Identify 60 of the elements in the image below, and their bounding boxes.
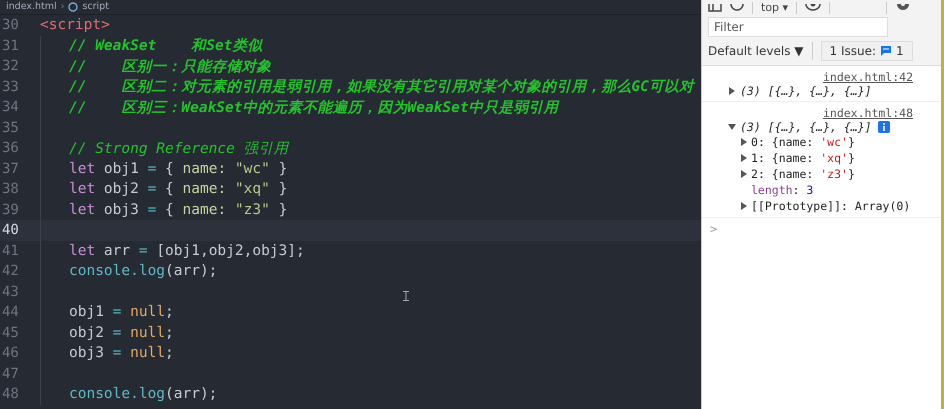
code-line: let obj3 = { name: "z3" } [68,202,288,218]
line-number: 41 [1,242,20,259]
line-number: 31 [1,38,20,54]
expand-arrow-icon[interactable] [728,123,736,131]
line-number: 34 [1,99,20,116]
context-selector[interactable]: top ▾ [761,1,788,15]
line-number: 30 [1,17,20,34]
log-levels-dropdown[interactable]: Default levels ▼ [708,44,804,58]
code-line: let obj1 = { name: "wc" } [68,160,288,177]
line-number: 48 [1,386,20,402]
filter-field[interactable]: Filter [708,17,888,37]
breadcrumb-item[interactable]: index.html [6,1,57,13]
issues-button[interactable]: 1 Issue: 1 [820,41,913,61]
text-cursor-icon [403,291,409,301]
line-number: 44 [1,304,20,320]
property-entry[interactable]: 2: {name: 'z3'} [751,166,855,182]
breadcrumb-item[interactable]: script [82,1,109,13]
property-entry[interactable]: 0: {name: 'wc'} [751,134,855,150]
line-number: 39 [1,202,20,218]
code-line: // 区别二：对元素的引用是弱引用，如果没有其它引用对某个对象的引用，那么GC可以对 [68,78,694,96]
array-summary[interactable]: (3) [{…}, {…}, {…}] [740,84,872,98]
code-line: let obj2 = { name: "xq" } [68,181,288,198]
expand-arrow-icon[interactable] [740,202,748,210]
line-number: 42 [1,263,20,280]
expand-arrow-icon[interactable] [740,170,748,178]
code-line: console.log(arr); [68,386,218,402]
array-summary[interactable]: (3) [{…}, {…}, {…}] [740,120,872,134]
line-number: 37 [1,160,20,177]
source-link[interactable]: index.html:42 [822,70,913,84]
code-line: // WeakSet 和Set类似 [68,36,262,56]
code-line: obj2 = null; [68,324,174,341]
code-line: <script> [40,17,110,34]
line-number: 36 [1,140,20,156]
expand-arrow-icon[interactable] [740,138,748,146]
code-line: // 区别三：WeakSet中的元素不能遍历，因为WeakSet中只是弱引用 [68,98,559,117]
line-number: 33 [1,78,20,95]
message-icon [880,45,892,57]
line-number: 46 [1,345,20,362]
source-link[interactable]: index.html:48 [822,106,913,120]
property-entry[interactable]: length: 3 [751,182,814,198]
code-line: let arr = [obj1,obj2,obj3]; [68,242,305,259]
line-number: 47 [1,366,20,382]
expand-arrow-icon[interactable] [740,154,748,162]
line-number: 32 [1,58,20,74]
code-line: obj1 = null; [68,304,174,320]
line-number: 45 [1,324,20,341]
info-icon[interactable] [878,121,890,133]
code-editor[interactable] [0,0,701,409]
property-entry[interactable]: 1: {name: 'xq'} [751,150,855,166]
code-line: console.log(arr); [68,263,218,280]
property-entry[interactable]: [[Prototype]]: Array(0) [751,198,910,214]
expand-arrow-icon[interactable] [728,87,736,95]
breadcrumb-separator: › [60,1,64,13]
line-number: 38 [1,181,20,198]
line-number: 43 [1,284,20,300]
line-number: 35 [1,120,20,136]
code-line: // 区别一：只能存储对象 [68,58,272,76]
code-line: obj3 = null; [68,345,174,362]
code-line: // Strong Reference 强引用 [68,140,289,158]
line-number: 40 [1,222,20,238]
